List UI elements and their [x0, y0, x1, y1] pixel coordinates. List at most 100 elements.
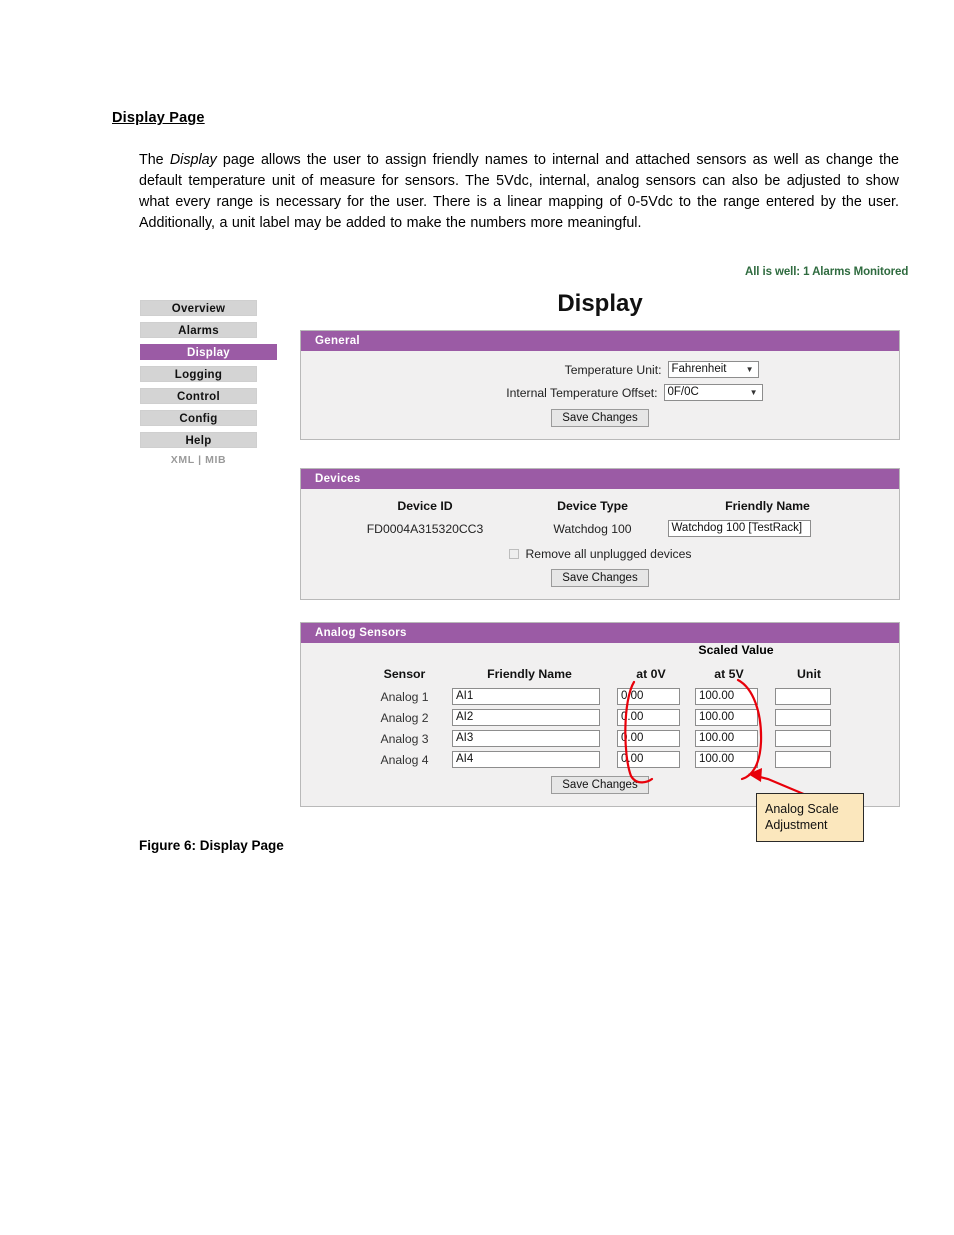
grid-spacer — [607, 738, 617, 739]
grid-spacer — [763, 738, 775, 739]
sidebar-xml-mib-links[interactable]: XML | MIB — [140, 454, 257, 466]
sidebar-item-logging[interactable]: Logging — [140, 366, 257, 382]
sidebar-item-control[interactable]: Control — [140, 388, 257, 404]
analog-sensor-label: Analog 4 — [380, 752, 429, 767]
table-row: 0.00 — [617, 730, 685, 747]
sidebar-item-alarms[interactable]: Alarms — [140, 322, 257, 338]
page-title: Display — [557, 290, 643, 317]
table-row: 100.00 — [695, 709, 763, 726]
table-row: 0.00 — [617, 709, 685, 726]
table-row: Watchdog 100 [TestRack] — [667, 520, 868, 537]
grid-spacer — [607, 675, 617, 676]
annotation-overlay — [624, 678, 808, 797]
sidebar-item-config[interactable]: Config — [140, 410, 257, 426]
temperature-unit-value: Fahrenheit — [671, 363, 727, 375]
analog-friendly-name-input[interactable]: AI1 — [452, 688, 600, 705]
analog-at-0v-input[interactable]: 0.00 — [617, 730, 680, 747]
analog-panel-body: Scaled Value Sensor Friendly Name at 0V … — [301, 643, 899, 806]
callout-line-1: Analog Scale — [765, 802, 839, 816]
analog-col-friendly-name: Friendly Name — [487, 667, 572, 681]
analog-col-at-0v: at 0V — [636, 667, 666, 681]
internal-offset-row: Internal Temperature Offset: 0F/0C ▼ — [301, 384, 899, 401]
table-row — [775, 751, 843, 768]
embedded-screenshot: All is well: 1 Alarms Monitored Display … — [0, 0, 954, 1235]
chevron-down-icon: ▼ — [749, 387, 758, 397]
device-friendly-name-input[interactable]: Watchdog 100 [TestRack] — [667, 520, 811, 537]
devices-col-device-id: Device ID — [397, 499, 453, 513]
table-row: 100.00 — [695, 688, 763, 705]
analog-unit-input[interactable] — [775, 751, 831, 768]
internal-offset-select[interactable]: 0F/0C ▼ — [663, 384, 763, 401]
table-row: 100.00 — [695, 730, 763, 747]
table-row: 100.00 — [695, 751, 763, 768]
general-panel-body: Temperature Unit: Fahrenheit ▼ Internal … — [301, 351, 899, 439]
analog-sensor-label: Analog 2 — [380, 710, 429, 725]
analog-unit-input[interactable] — [775, 730, 831, 747]
devices-panel: Devices Device ID Device Type Friendly N… — [300, 468, 900, 600]
grid-spacer — [685, 738, 695, 739]
sidebar-item-display[interactable]: Display — [140, 344, 277, 360]
sidebar-item-help[interactable]: Help — [140, 432, 257, 448]
table-row: AI3 — [452, 730, 607, 747]
general-save-changes-button[interactable]: Save Changes — [551, 409, 649, 427]
analog-at-0v-input[interactable]: 0.00 — [617, 751, 680, 768]
devices-save-changes-button[interactable]: Save Changes — [551, 569, 649, 587]
analog-friendly-name-input[interactable]: AI3 — [452, 730, 600, 747]
analog-table: Sensor Friendly Name at 0V at 5V Unit An… — [301, 667, 899, 768]
grid-spacer — [685, 759, 695, 760]
analog-at-0v-input[interactable]: 0.00 — [617, 688, 680, 705]
annotation-callout: Analog Scale Adjustment — [756, 793, 864, 842]
grid-spacer — [763, 717, 775, 718]
analog-at-5v-input[interactable]: 100.00 — [695, 688, 758, 705]
status-banner: All is well: 1 Alarms Monitored — [745, 266, 909, 278]
remove-unplugged-label: Remove all unplugged devices — [525, 547, 692, 561]
device-id-value: FD0004A315320CC3 — [366, 521, 484, 536]
chevron-down-icon: ▼ — [745, 364, 754, 374]
grid-spacer — [685, 696, 695, 697]
remove-unplugged-checkbox[interactable] — [508, 549, 519, 559]
temperature-unit-row: Temperature Unit: Fahrenheit ▼ — [301, 361, 899, 378]
analog-friendly-name-input[interactable]: AI2 — [452, 709, 600, 726]
analog-col-at-5v: at 5V — [714, 667, 744, 681]
devices-panel-body: Device ID Device Type Friendly Name FD00… — [301, 489, 899, 599]
grid-spacer — [763, 759, 775, 760]
internal-offset-value: 0F/0C — [667, 386, 699, 398]
analog-friendly-name-input[interactable]: AI4 — [452, 751, 600, 768]
scaled-value-group-header: Scaled Value — [698, 643, 774, 657]
table-row — [775, 730, 843, 747]
temperature-unit-select[interactable]: Fahrenheit ▼ — [667, 361, 759, 378]
general-panel: General Temperature Unit: Fahrenheit ▼ I… — [300, 330, 900, 440]
grid-spacer — [763, 696, 775, 697]
devices-col-friendly-name: Friendly Name — [725, 499, 810, 513]
analog-panel-title: Analog Sensors — [301, 623, 899, 643]
devices-table: Device ID Device Type Friendly Name FD00… — [301, 499, 899, 537]
sidebar-nav: Overview Alarms Display Logging Control … — [140, 300, 278, 466]
grid-spacer — [763, 675, 775, 676]
grid-spacer — [685, 675, 695, 676]
analog-col-unit: Unit — [797, 667, 821, 681]
table-row: AI1 — [452, 688, 607, 705]
grid-spacer — [607, 696, 617, 697]
analog-unit-input[interactable] — [775, 709, 831, 726]
analog-sensors-panel: Analog Sensors Scaled Value Sensor Frien… — [300, 622, 900, 807]
analog-sensor-label: Analog 1 — [380, 689, 429, 704]
analog-sensor-label: Analog 3 — [380, 731, 429, 746]
remove-unplugged-row: Remove all unplugged devices — [301, 547, 899, 561]
analog-save-changes-button[interactable]: Save Changes — [551, 776, 649, 794]
analog-at-5v-input[interactable]: 100.00 — [695, 751, 758, 768]
analog-unit-input[interactable] — [775, 688, 831, 705]
grid-spacer — [607, 717, 617, 718]
figure-caption: Figure 6: Display Page — [139, 838, 284, 853]
table-row: 0.00 — [617, 688, 685, 705]
table-row — [775, 688, 843, 705]
sidebar-item-overview[interactable]: Overview — [140, 300, 257, 316]
general-panel-title: General — [301, 331, 899, 351]
analog-at-5v-input[interactable]: 100.00 — [695, 730, 758, 747]
device-type-value: Watchdog 100 — [553, 521, 632, 536]
analog-at-5v-input[interactable]: 100.00 — [695, 709, 758, 726]
devices-col-device-type: Device Type — [557, 499, 628, 513]
analog-at-0v-input[interactable]: 0.00 — [617, 709, 680, 726]
table-row: AI4 — [452, 751, 607, 768]
table-row: 0.00 — [617, 751, 685, 768]
table-row — [775, 709, 843, 726]
